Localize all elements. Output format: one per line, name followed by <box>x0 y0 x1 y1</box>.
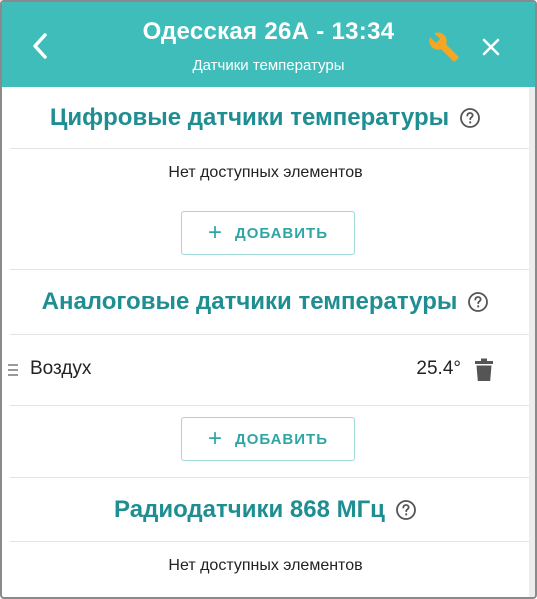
help-icon[interactable] <box>467 291 489 313</box>
header-bar: Одесская 26А - 13:34 Датчики температуры <box>2 2 535 87</box>
divider <box>10 477 529 478</box>
divider <box>10 269 529 270</box>
wrench-icon <box>429 32 459 62</box>
close-button[interactable] <box>474 30 508 64</box>
sensor-row[interactable]: Воздух 25.4° <box>2 336 529 404</box>
add-analog-sensor-button[interactable]: + ДОБАВИТЬ <box>181 417 355 461</box>
plus-icon: + <box>208 219 224 246</box>
radio-sensors-title-text: Радиодатчики 868 МГц <box>114 496 385 523</box>
delete-sensor-button[interactable] <box>470 356 498 384</box>
digital-sensors-section-title: Цифровые датчики температуры <box>2 102 529 134</box>
analog-sensors-section-title: Аналоговые датчики температуры <box>2 286 529 318</box>
digital-empty-message: Нет доступных элементов <box>168 164 363 181</box>
help-icon[interactable] <box>395 499 417 521</box>
radio-empty-message: Нет доступных элементов <box>168 557 363 574</box>
sensor-name: Воздух <box>30 358 92 379</box>
add-button-label: ДОБАВИТЬ <box>235 224 328 242</box>
add-digital-sensor-button[interactable]: + ДОБАВИТЬ <box>181 211 355 255</box>
app-window: Одесская 26А - 13:34 Датчики температуры… <box>0 0 537 599</box>
scrollbar[interactable] <box>529 87 535 597</box>
divider <box>10 148 529 149</box>
help-icon[interactable] <box>459 107 481 129</box>
divider <box>10 541 529 542</box>
radio-sensors-section-title: Радиодатчики 868 МГц <box>2 494 529 526</box>
close-icon <box>482 38 500 56</box>
plus-icon: + <box>208 425 224 452</box>
settings-button[interactable] <box>426 29 462 65</box>
digital-sensors-title-text: Цифровые датчики температуры <box>49 104 450 131</box>
divider <box>10 405 529 406</box>
analog-sensors-title-text: Аналоговые датчики температуры <box>41 288 458 315</box>
trash-icon <box>475 358 493 381</box>
divider <box>10 334 529 335</box>
add-button-label: ДОБАВИТЬ <box>235 430 328 448</box>
drag-handle-icon[interactable] <box>8 363 18 377</box>
sensor-temperature-value: 25.4° <box>416 358 461 379</box>
